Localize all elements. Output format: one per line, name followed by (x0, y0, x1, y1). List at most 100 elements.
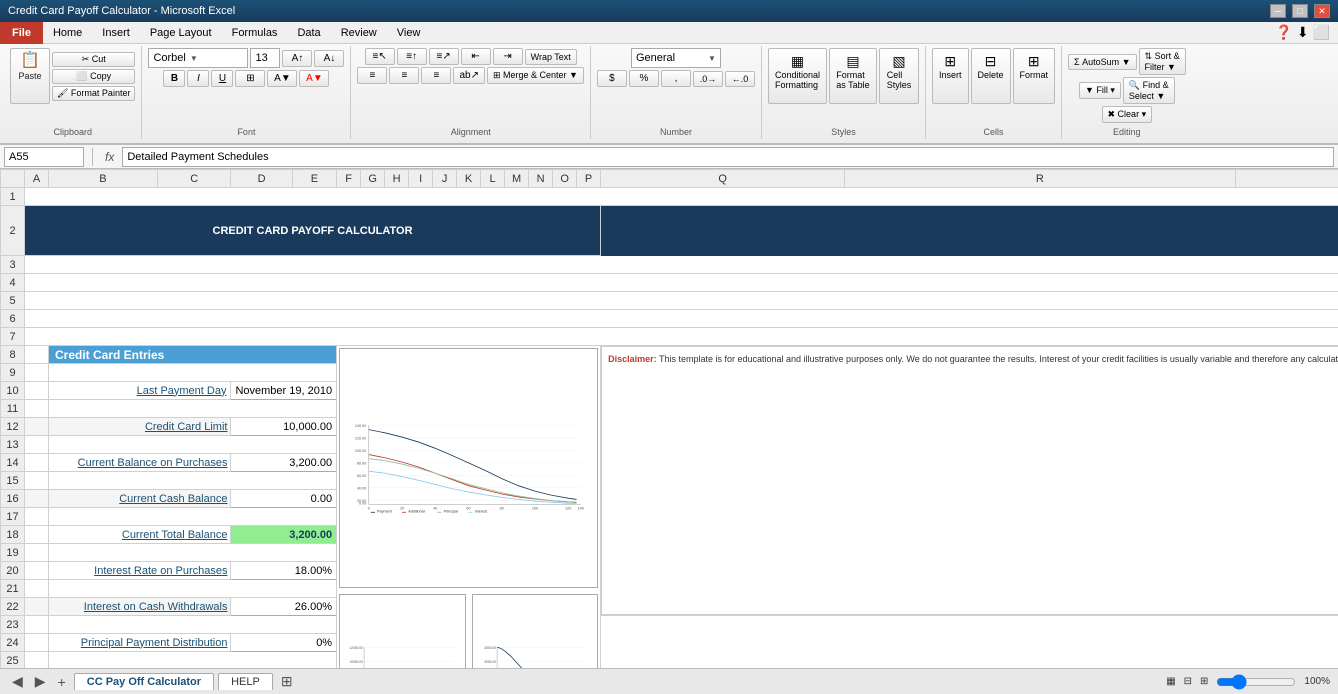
format-btn[interactable]: ⊞ Format (1013, 48, 1056, 104)
decrease-font-btn[interactable]: A↓ (314, 50, 344, 67)
indent-decrease-btn[interactable]: ⇤ (461, 48, 491, 65)
font-name-box[interactable]: Corbel ▼ (148, 48, 248, 68)
col-header-a[interactable]: A (25, 170, 49, 188)
expand-btn[interactable]: ⬇ (1297, 24, 1309, 41)
current-cash-balance-value[interactable]: 0.00 (231, 490, 337, 508)
paste-button[interactable]: 📋 Paste (10, 48, 50, 104)
align-top-left-btn[interactable]: ≡↖ (365, 48, 395, 65)
col-header-l[interactable]: L (481, 170, 505, 188)
col-header-b[interactable]: B (49, 170, 158, 188)
insert-menu[interactable]: Insert (92, 22, 140, 44)
format-as-table-btn[interactable]: ▤ Formatas Table (829, 48, 877, 104)
close-btn[interactable]: ✕ (1314, 4, 1330, 18)
interest-rate-purchases-value[interactable]: 18.00% (231, 562, 337, 580)
col-header-d[interactable]: D (231, 170, 292, 188)
principal-distribution-value[interactable]: 0% (231, 634, 337, 652)
comma-btn[interactable]: , (661, 70, 691, 87)
fill-btn[interactable]: ▼ Fill ▾ (1079, 82, 1121, 99)
insert-btn[interactable]: ⊞ Insert (932, 48, 969, 104)
col-header-o[interactable]: O (553, 170, 577, 188)
cell-ref-input[interactable] (4, 147, 84, 167)
delete-btn[interactable]: ⊟ Delete (971, 48, 1011, 104)
wrap-text-btn[interactable]: Wrap Text (525, 49, 577, 65)
cell-styles-btn[interactable]: ▧ CellStyles (879, 48, 919, 104)
credit-limit-label: Credit Card Limit (49, 418, 231, 436)
italic-button[interactable]: I (187, 70, 209, 87)
window-controls[interactable]: ─ □ ✕ (1270, 4, 1330, 18)
sheet-area[interactable]: A B C D E F G H I J K L M N O P Q (0, 169, 1338, 668)
formula-input[interactable] (122, 147, 1334, 167)
orient-btn[interactable]: ab↗ (453, 67, 485, 84)
clear-btn[interactable]: ✖ Clear ▾ (1102, 106, 1153, 123)
autosum-btn[interactable]: Σ AutoSum ▼ (1068, 54, 1137, 70)
help-btn[interactable]: ❓ (1275, 24, 1292, 41)
cut-button[interactable]: ✂ Cut (52, 52, 135, 67)
add-sheet-btn[interactable]: + (54, 674, 70, 690)
next-sheet-btn[interactable]: ▶ (31, 673, 50, 690)
font-size-box[interactable]: 13 (250, 48, 280, 68)
align-center-btn[interactable]: ≡ (389, 67, 419, 84)
currency-btn[interactable]: $ (597, 70, 627, 87)
sort-filter-btn[interactable]: ⇅ Sort &Filter ▼ (1139, 48, 1186, 75)
align-right-btn[interactable]: ≡ (421, 67, 451, 84)
indent-increase-btn[interactable]: ⇥ (493, 48, 523, 65)
zoom-slider[interactable] (1216, 674, 1296, 690)
underline-button[interactable]: U (211, 70, 233, 87)
col-header-m[interactable]: M (505, 170, 529, 188)
maximize-btn[interactable]: □ (1292, 4, 1308, 18)
normal-view-btn[interactable]: ▦ (1166, 676, 1175, 687)
number-format-box[interactable]: General ▼ (631, 48, 721, 68)
col-header-n[interactable]: N (529, 170, 553, 188)
col-header-j[interactable]: J (433, 170, 457, 188)
align-top-center-btn[interactable]: ≡↑ (397, 48, 427, 65)
view-menu[interactable]: View (387, 22, 431, 44)
merge-center-btn[interactable]: ⊞ Merge & Center ▼ (487, 67, 584, 84)
decrease-decimal-btn[interactable]: ←.0 (725, 71, 755, 87)
font-size: 13 (255, 52, 267, 64)
align-left-btn[interactable]: ≡ (357, 67, 387, 84)
format-painter-button[interactable]: 🖌 Format Painter (52, 86, 135, 101)
page-layout-menu[interactable]: Page Layout (140, 22, 222, 44)
conditional-formatting-btn[interactable]: ▦ ConditionalFormatting (768, 48, 827, 104)
interest-cash-withdrawals-value[interactable]: 26.00% (231, 598, 337, 616)
cc-payoff-tab[interactable]: CC Pay Off Calculator (74, 673, 214, 690)
find-select-btn[interactable]: 🔍 Find &Select ▼ (1123, 77, 1175, 104)
last-payment-value[interactable]: November 19, 2010 (231, 382, 337, 400)
col-header-g[interactable]: G (361, 170, 385, 188)
align-top-right-btn[interactable]: ≡↗ (429, 48, 459, 65)
col-header-s[interactable]: S (1235, 170, 1338, 188)
review-menu[interactable]: Review (331, 22, 387, 44)
current-balance-purchases-value[interactable]: 3,200.00 (231, 454, 337, 472)
home-menu[interactable]: Home (43, 22, 92, 44)
col-header-i[interactable]: I (409, 170, 433, 188)
col-header-f[interactable]: F (337, 170, 361, 188)
font-color-button[interactable]: A▼ (299, 70, 329, 87)
col-header-k[interactable]: K (457, 170, 481, 188)
row-num-18: 18 (1, 526, 25, 544)
prev-sheet-btn[interactable]: ◀ (8, 673, 27, 690)
col-header-e[interactable]: E (292, 170, 336, 188)
border-button[interactable]: ⊞ (235, 70, 265, 87)
sheet-navigation: ◀ ▶ + CC Pay Off Calculator HELP ⊞ (8, 673, 297, 690)
percent-btn[interactable]: % (629, 70, 659, 87)
col-header-c[interactable]: C (157, 170, 231, 188)
minimize-btn[interactable]: ─ (1270, 4, 1286, 18)
col-header-p[interactable]: P (577, 170, 601, 188)
page-layout-view-btn[interactable]: ⊟ (1184, 676, 1192, 687)
formulas-menu[interactable]: Formulas (222, 22, 288, 44)
credit-limit-value[interactable]: 10,000.00 (231, 418, 337, 436)
fill-color-button[interactable]: A▼ (267, 70, 297, 87)
data-menu[interactable]: Data (287, 22, 330, 44)
help-tab[interactable]: HELP (218, 673, 273, 690)
col-header-h[interactable]: H (385, 170, 409, 188)
file-menu[interactable]: File (0, 22, 43, 44)
page-break-view-btn[interactable]: ⊞ (1200, 676, 1208, 687)
bold-button[interactable]: B (163, 70, 185, 87)
increase-decimal-btn[interactable]: .0→ (693, 71, 723, 87)
sheet-scroll-btn[interactable]: ⊞ (277, 673, 297, 690)
col-header-r[interactable]: R (845, 170, 1235, 188)
col-header-q[interactable]: Q (601, 170, 845, 188)
fullscreen-btn[interactable]: ⬜ (1313, 24, 1330, 41)
copy-button[interactable]: ⬜ Copy (52, 69, 135, 84)
increase-font-btn[interactable]: A↑ (282, 50, 312, 67)
